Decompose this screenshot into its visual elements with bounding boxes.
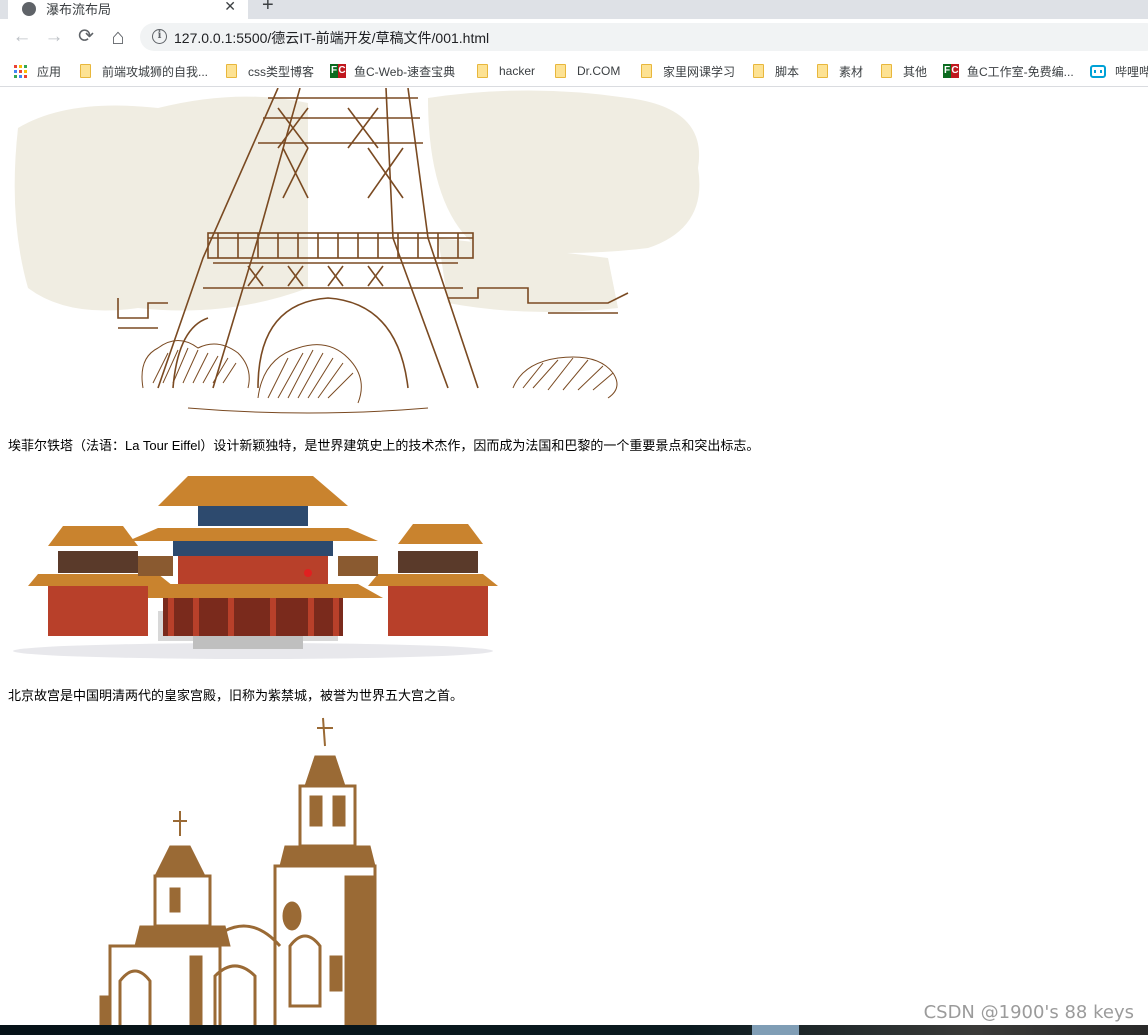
back-button[interactable]: ← [10,25,34,49]
bookmark-label: hacker [499,64,536,78]
bookmarks-bar: 应用 前端攻城狮的自我... css类型博客 FC 鱼C-Web-速查宝典 ha… [0,55,1148,87]
bookmark-label: Dr.COM [577,64,621,78]
bookmark-link[interactable]: 哔哩哔 [1090,62,1148,80]
bookmark-folder[interactable]: Dr.COM [555,62,620,80]
bookmark-folder[interactable]: hacker [477,62,535,80]
folder-icon [753,64,764,78]
taskbar-active-app[interactable] [752,1025,799,1035]
bookmark-label: 其他 [903,64,928,79]
bookmark-label: 哔哩哔 [1115,64,1148,79]
forward-button[interactable]: → [42,25,66,49]
bilibili-icon [1090,64,1106,78]
folder-icon [817,64,828,78]
folder-icon [881,64,892,78]
bookmark-label: 应用 [37,64,62,79]
info-icon[interactable]: i [152,29,167,44]
tab-strip: 瀑布流布局 ✕ + [0,0,1148,19]
bookmark-label: 鱼C-Web-速查宝典 [354,64,456,79]
fishc-icon: FC [330,64,346,78]
bookmark-apps[interactable]: 应用 [14,62,61,80]
bookmark-label: 家里网课学习 [663,64,736,79]
bookmark-folder[interactable]: 脚本 [753,62,799,80]
bookmark-label: 素材 [839,64,864,79]
item-caption: 埃菲尔铁塔（法语：La Tour Eiffel）设计新颖独特，是世界建筑史上的技… [8,438,760,453]
bookmark-label: css类型博客 [248,64,315,79]
church-image [99,717,377,1025]
folder-icon [641,64,652,78]
bookmark-folder[interactable]: css类型博客 [226,62,314,80]
folder-icon [80,64,91,78]
url-text[interactable]: 127.0.0.1:5500/德云IT-前端开发/草稿文件/001.html [174,28,489,48]
folder-icon [477,64,488,78]
home-button[interactable]: ⌂ [106,25,130,49]
page-content: 埃菲尔铁塔（法语：La Tour Eiffel）设计新颖独特，是世界建筑史上的技… [0,88,1148,1025]
taskbar [0,1025,1148,1035]
reload-button[interactable]: ⟳ [74,25,98,49]
bookmark-folder[interactable]: 前端攻城狮的自我... [80,62,208,80]
bookmark-folder[interactable]: 其他 [881,62,927,80]
palace-image [13,476,498,659]
bookmark-folder[interactable]: 家里网课学习 [641,62,735,80]
address-bar[interactable]: i 127.0.0.1:5500/德云IT-前端开发/草稿文件/001.html [140,23,1148,51]
bookmark-link[interactable]: FC 鱼C-Web-速查宝典 [330,62,455,80]
globe-icon [22,1,36,16]
item-caption: 北京故宫是中国明清两代的皇家宫殿，旧称为紫禁城，被誉为世界五大宫之首。 [8,688,464,703]
bookmark-link[interactable]: FC 鱼C工作室-免费编... [943,62,1074,80]
folder-icon [555,64,566,78]
bookmark-label: 鱼C工作室-免费编... [967,64,1074,79]
close-tab-icon[interactable]: ✕ [224,0,236,15]
bookmark-label: 脚本 [775,64,800,79]
watermark: CSDN @1900's 88 keys [923,1002,1134,1023]
bookmark-label: 前端攻城狮的自我... [102,64,209,79]
browser-tab[interactable]: 瀑布流布局 ✕ [8,0,248,19]
browser-toolbar: ← → ⟳ ⌂ i 127.0.0.1:5500/德云IT-前端开发/草稿文件/… [0,19,1148,55]
eiffel-tower-image [14,88,700,414]
new-tab-button[interactable]: + [262,0,274,17]
fishc-icon: FC [943,64,959,78]
bookmark-folder[interactable]: 素材 [817,62,863,80]
folder-icon [226,64,237,78]
tab-title: 瀑布流布局 [46,2,112,17]
apps-icon [14,64,27,78]
